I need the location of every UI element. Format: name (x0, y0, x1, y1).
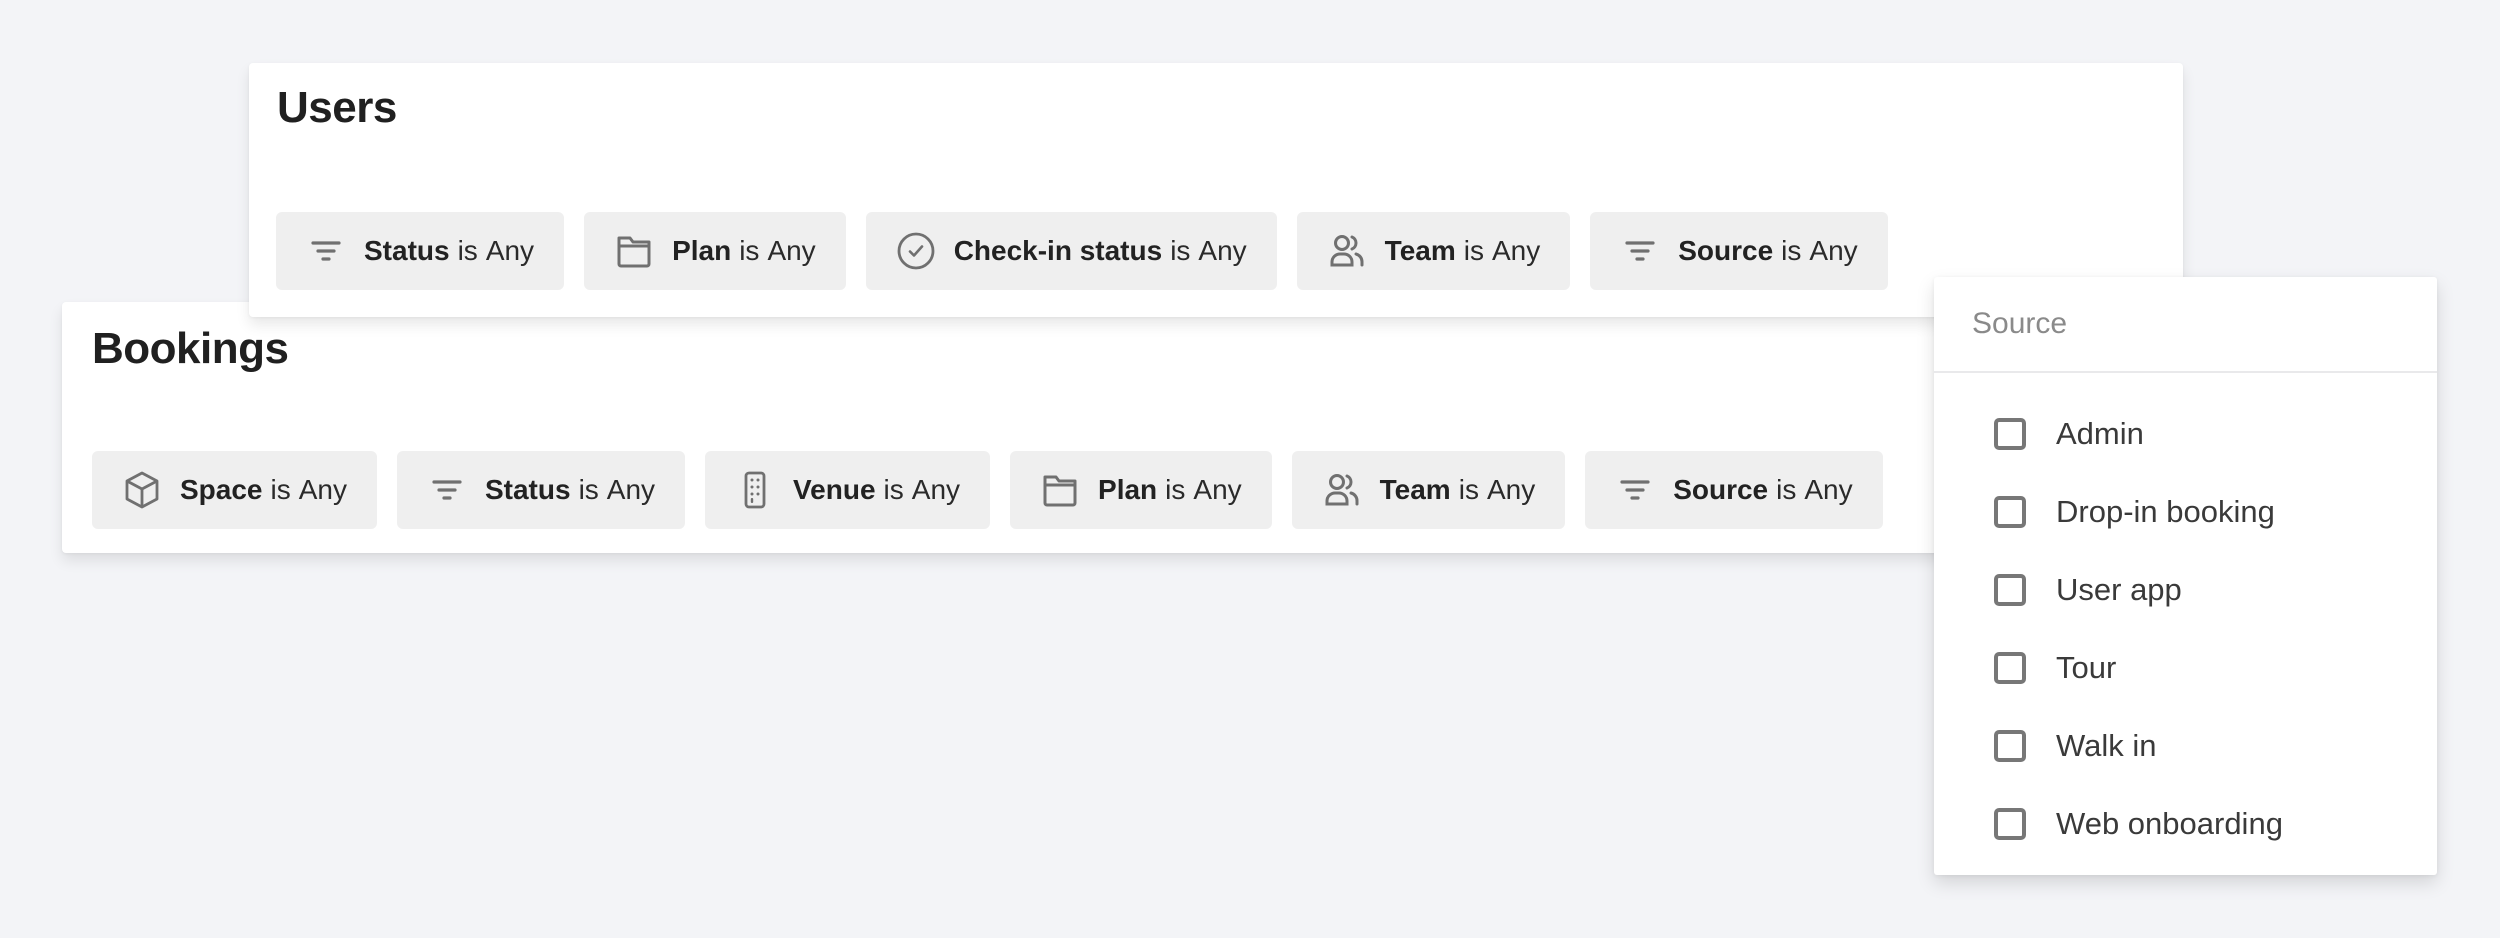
source-option-drop-in-booking[interactable]: Drop-in booking (1934, 473, 2437, 551)
team-icon (1325, 229, 1369, 273)
users-filter-team[interactable]: Team is Any (1296, 212, 1571, 290)
option-label: Walk in (2056, 728, 2157, 763)
filter-operator: is (578, 474, 599, 505)
filter-value: Any (298, 474, 347, 505)
filter-field-label: Team (1379, 474, 1451, 505)
filter-operator: is (1170, 235, 1191, 266)
users-filter-status[interactable]: Status is Any (276, 212, 565, 290)
filter-value: Any (1198, 235, 1247, 266)
filter-lines-icon (425, 468, 469, 512)
filter-value: Any (485, 235, 535, 266)
checkbox[interactable] (1994, 652, 2026, 684)
filter-field-label: Check-in status (953, 235, 1163, 266)
filter-field-label: Status (364, 235, 450, 266)
filter-field-label: Source (1678, 235, 1774, 266)
bookings-filter-venue[interactable]: Venue is Any (705, 451, 991, 529)
users-filter-bar: Status is Any Plan is Any Check-in status is A… (276, 212, 1888, 290)
filter-lines-icon (304, 229, 348, 273)
folder-icon (1038, 468, 1082, 512)
option-label: User app (2056, 572, 2182, 607)
users-filter-source[interactable]: Source is Any (1590, 212, 1888, 290)
filter-field-label: Team (1384, 235, 1456, 266)
filter-operator: is (457, 235, 478, 266)
source-options-list: Admin Drop-in booking User app Tour Walk in W… (1934, 373, 2437, 863)
filter-field-label: Status (484, 474, 571, 505)
option-label: Drop-in booking (2056, 494, 2275, 529)
filter-value: Any (911, 474, 961, 505)
option-label: Admin (2056, 416, 2144, 451)
filter-operator: is (883, 474, 904, 505)
checkbox[interactable] (1994, 730, 2026, 762)
filter-operator: is (1781, 235, 1802, 266)
filter-operator: is (1463, 235, 1484, 266)
filter-operator: is (739, 235, 760, 266)
checkbox[interactable] (1994, 808, 2026, 840)
filter-value: Any (1486, 474, 1536, 505)
filter-field-label: Plan (672, 235, 732, 266)
filter-value: Any (1804, 474, 1853, 505)
checkbox[interactable] (1994, 418, 2026, 450)
filter-lines-icon (1618, 229, 1662, 273)
filter-operator: is (1165, 474, 1186, 505)
option-label: Web onboarding (2056, 806, 2283, 841)
users-panel: Users Status is Any Plan is Any Check-in sta… (249, 63, 2183, 317)
source-option-tour[interactable]: Tour (1934, 629, 2437, 707)
checkbox[interactable] (1994, 574, 2026, 606)
filter-value: Any (606, 474, 656, 505)
source-option-walk-in[interactable]: Walk in (1934, 707, 2437, 785)
filter-value: Any (1809, 235, 1858, 266)
filter-field-label: Space (180, 474, 263, 505)
filter-field-label: Plan (1098, 474, 1158, 505)
users-filter-check-in-status[interactable]: Check-in status is Any (865, 212, 1277, 290)
filter-operator: is (1458, 474, 1479, 505)
source-option-web-onboarding[interactable]: Web onboarding (1934, 785, 2437, 863)
filter-operator: is (1776, 474, 1797, 505)
option-label: Tour (2056, 650, 2117, 685)
filter-field-label: Venue (793, 474, 876, 505)
filter-value: Any (767, 235, 816, 266)
bookings-filter-bar: Space is Any Status is Any Venue is Any Plan is… (92, 451, 1883, 529)
filter-field-label: Source (1673, 474, 1769, 505)
bookings-filter-source[interactable]: Source is Any (1585, 451, 1883, 529)
bookings-filter-plan[interactable]: Plan is Any (1010, 451, 1272, 529)
users-title: Users (277, 83, 397, 132)
source-filter-dropdown: Admin Drop-in booking User app Tour Walk in W… (1934, 277, 2437, 875)
team-icon (1320, 468, 1364, 512)
filter-lines-icon (1613, 468, 1657, 512)
source-option-user-app[interactable]: User app (1934, 551, 2437, 629)
building-icon (733, 468, 777, 512)
filter-value: Any (1491, 235, 1541, 266)
users-filter-plan[interactable]: Plan is Any (584, 212, 846, 290)
bookings-filter-team[interactable]: Team is Any (1291, 451, 1566, 529)
check-circle-icon (894, 229, 938, 273)
source-search-input[interactable] (1934, 277, 2437, 373)
source-option-admin[interactable]: Admin (1934, 395, 2437, 473)
filter-operator: is (270, 474, 291, 505)
filter-value: Any (1193, 474, 1242, 505)
bookings-panel: Bookings Space is Any Status is Any Venue is A… (62, 302, 1996, 553)
checkbox[interactable] (1994, 496, 2026, 528)
bookings-filter-status[interactable]: Status is Any (396, 451, 686, 529)
bookings-filter-space[interactable]: Space is Any (92, 451, 377, 529)
folder-icon (612, 229, 656, 273)
cube-icon (120, 468, 164, 512)
bookings-title: Bookings (92, 324, 289, 373)
